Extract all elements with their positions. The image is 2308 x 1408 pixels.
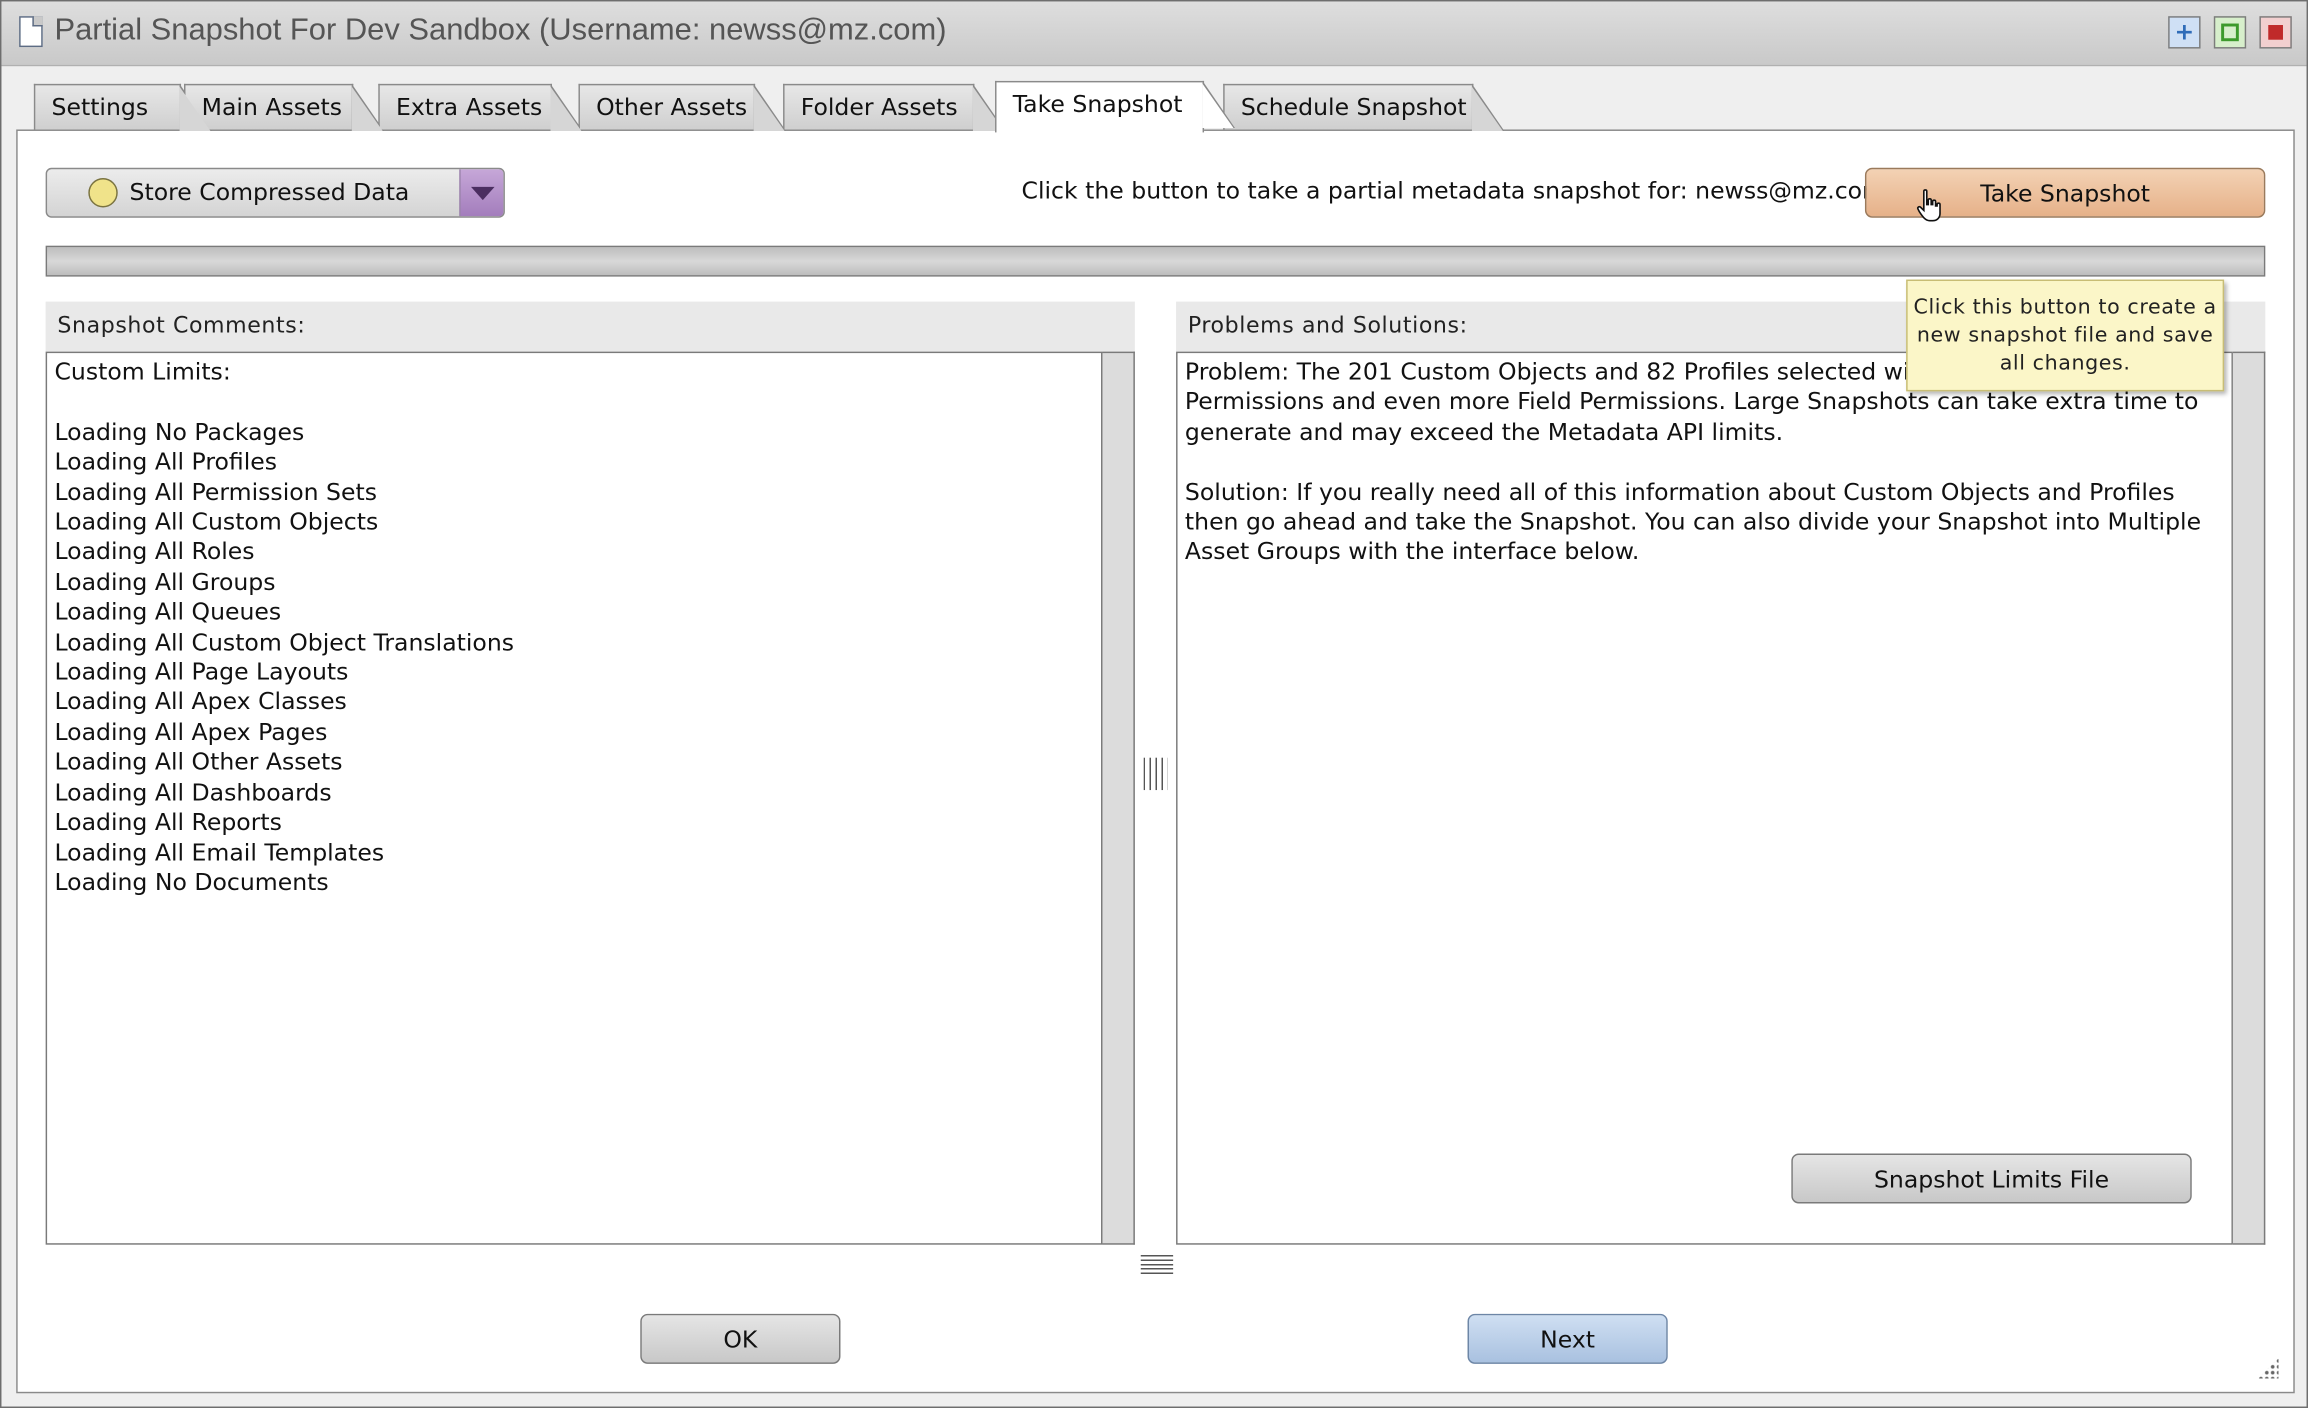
chevron-down-icon[interactable] xyxy=(459,169,504,217)
snapshot-progress-bar xyxy=(45,245,2266,277)
problems-scrollbar[interactable] xyxy=(2232,351,2266,1245)
ok-button[interactable]: OK xyxy=(640,1313,841,1364)
tab-label: Folder Assets xyxy=(800,92,958,121)
status-dot-icon xyxy=(88,178,118,208)
tab-extra-assets[interactable]: Extra Assets xyxy=(378,83,583,131)
tab-label: Settings xyxy=(51,92,149,121)
next-button[interactable]: Next xyxy=(1467,1313,1668,1364)
tab-schedule-snapshot[interactable]: Schedule Snapshot xyxy=(1223,83,1505,131)
tab-settings[interactable]: Settings xyxy=(33,83,212,131)
tab-label: Take Snapshot xyxy=(1012,89,1183,118)
vertical-split-handle-icon[interactable] xyxy=(1143,757,1168,791)
tab-label: Other Assets xyxy=(596,92,748,121)
take-snapshot-tooltip: Click this button to create a new snapsh… xyxy=(1906,279,2225,392)
window-title: Partial Snapshot For Dev Sandbox (Userna… xyxy=(54,13,947,48)
snapshot-info-text: Click the button to take a partial metad… xyxy=(1021,176,1886,205)
tab-label: Main Assets xyxy=(201,92,343,121)
snapshot-window: Partial Snapshot For Dev Sandbox (Userna… xyxy=(0,0,2308,1408)
hand-cursor-icon xyxy=(1916,189,1941,222)
problems-solutions-text: Problem: The 201 Custom Objects and 82 P… xyxy=(1176,351,2233,1245)
tab-folder-assets[interactable]: Folder Assets xyxy=(783,83,1006,131)
title-bar[interactable]: Partial Snapshot For Dev Sandbox (Userna… xyxy=(1,1,2307,67)
solution-text: Solution: If you really need all of this… xyxy=(1184,477,2202,566)
tab-other-assets[interactable]: Other Assets xyxy=(578,83,787,131)
storage-dropdown[interactable]: Store Compressed Data xyxy=(45,167,505,218)
comments-scrollbar[interactable] xyxy=(1102,351,1135,1245)
tab-take-snapshot[interactable]: Take Snapshot xyxy=(995,80,1235,133)
storage-dropdown-value: Store Compressed Data xyxy=(129,178,410,206)
snapshot-comments-textarea[interactable]: Custom Limits: Loading No Packages Loadi… xyxy=(45,351,1103,1245)
close-icon[interactable] xyxy=(2259,16,2292,49)
restore-icon[interactable] xyxy=(2213,16,2247,49)
maximize-icon[interactable]: + xyxy=(2168,16,2201,49)
horizontal-split-handle-icon[interactable] xyxy=(1140,1254,1174,1275)
snapshot-limits-file-button[interactable]: Snapshot Limits File xyxy=(1791,1153,2192,1204)
document-icon xyxy=(19,16,43,48)
tab-label: Schedule Snapshot xyxy=(1240,92,1467,121)
tab-label: Extra Assets xyxy=(395,92,543,121)
snapshot-comments-label: Snapshot Comments: xyxy=(45,301,1135,352)
